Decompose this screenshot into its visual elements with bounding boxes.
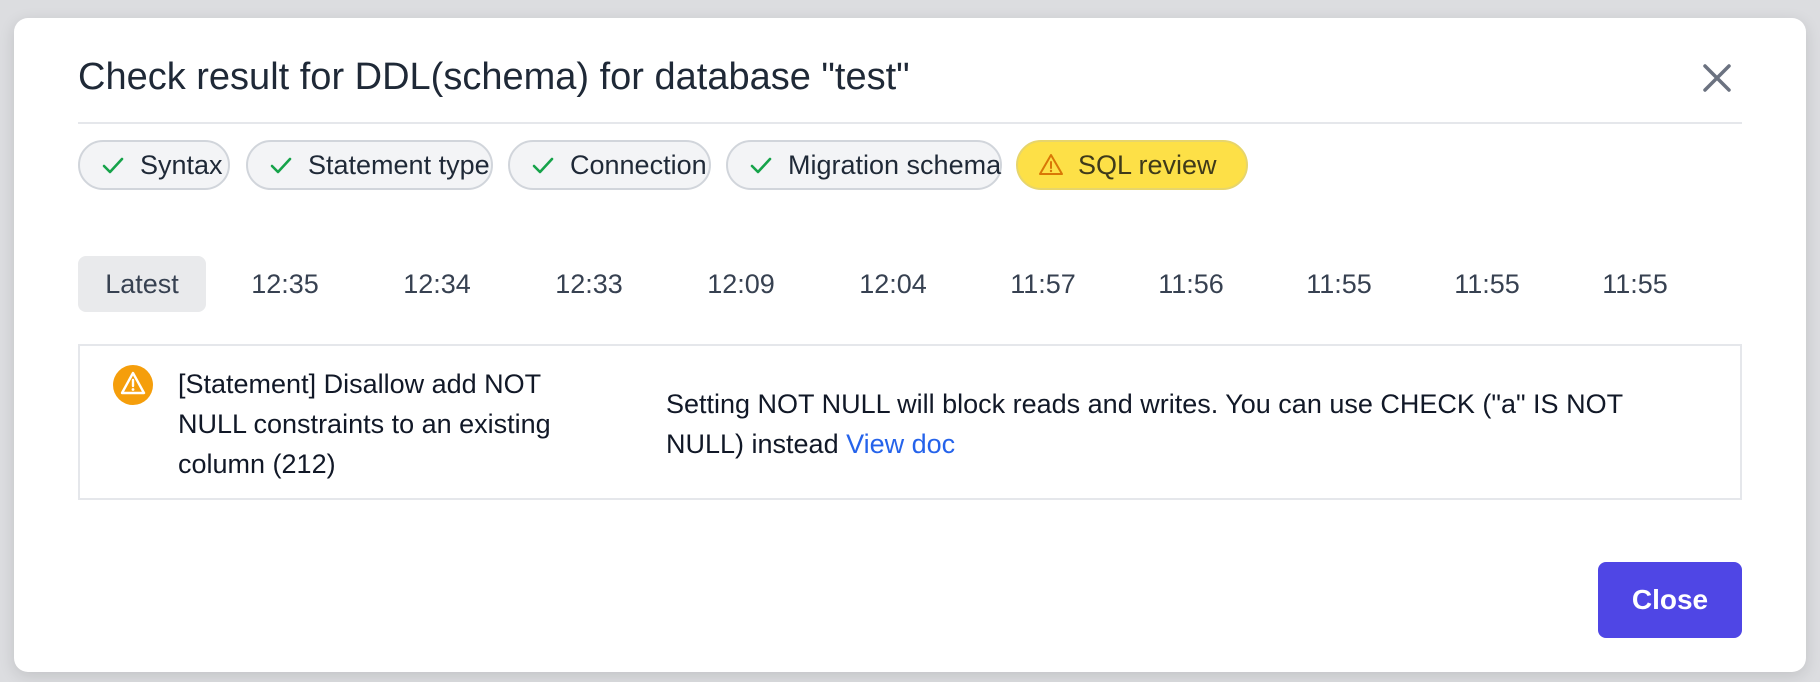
tab-latest[interactable]: Latest — [78, 256, 206, 312]
tab-history[interactable]: 12:34 — [378, 256, 496, 312]
check-chip-label: Syntax — [140, 149, 223, 180]
warning-triangle-icon — [1038, 152, 1064, 178]
check-result-dialog: Check result for DDL(schema) for databas… — [14, 18, 1806, 672]
check-chip-label: Connection — [570, 149, 707, 180]
check-chip-syntax[interactable]: Syntax — [78, 140, 230, 190]
check-chip-label: Statement type — [308, 149, 490, 180]
view-doc-link[interactable]: View doc — [846, 429, 955, 459]
tab-history[interactable]: 11:57 — [984, 256, 1102, 312]
check-icon — [530, 152, 556, 178]
check-icon — [100, 152, 126, 178]
check-chip-statement-type[interactable]: Statement type — [246, 140, 493, 190]
rule-title: [Statement] Disallow add NOT NULL constr… — [178, 369, 551, 479]
warning-circle-icon — [112, 364, 154, 406]
history-tabs: Latest 12:35 12:34 12:33 12:09 12:04 11:… — [78, 256, 1742, 314]
check-chip-label: SQL review — [1078, 149, 1217, 180]
tab-history[interactable]: 11:55 — [1428, 256, 1546, 312]
rule-message-text: Setting NOT NULL will block reads and wr… — [666, 389, 1623, 459]
check-chip-connection[interactable]: Connection — [508, 140, 711, 190]
dialog-title: Check result for DDL(schema) for databas… — [78, 56, 910, 98]
tab-history[interactable]: 12:09 — [682, 256, 800, 312]
close-icon[interactable] — [1697, 58, 1737, 98]
check-icon — [748, 152, 774, 178]
tab-history[interactable]: 12:04 — [834, 256, 952, 312]
check-result-row: [Statement] Disallow add NOT NULL constr… — [78, 344, 1742, 500]
tab-history[interactable]: 11:55 — [1280, 256, 1398, 312]
tab-history[interactable]: 12:33 — [530, 256, 648, 312]
tab-history[interactable]: 11:55 — [1576, 256, 1694, 312]
check-icon — [268, 152, 294, 178]
dialog-header: Check result for DDL(schema) for databas… — [78, 18, 1742, 124]
close-button[interactable]: Close — [1598, 562, 1742, 638]
check-chip-sql-review[interactable]: SQL review — [1016, 140, 1248, 190]
check-chip-migration-schema[interactable]: Migration schema — [726, 140, 1002, 190]
rule-message: Setting NOT NULL will block reads and wr… — [666, 384, 1706, 464]
tab-history[interactable]: 11:56 — [1132, 256, 1250, 312]
tab-history[interactable]: 12:35 — [226, 256, 344, 312]
check-chip-label: Migration schema — [788, 149, 1002, 180]
